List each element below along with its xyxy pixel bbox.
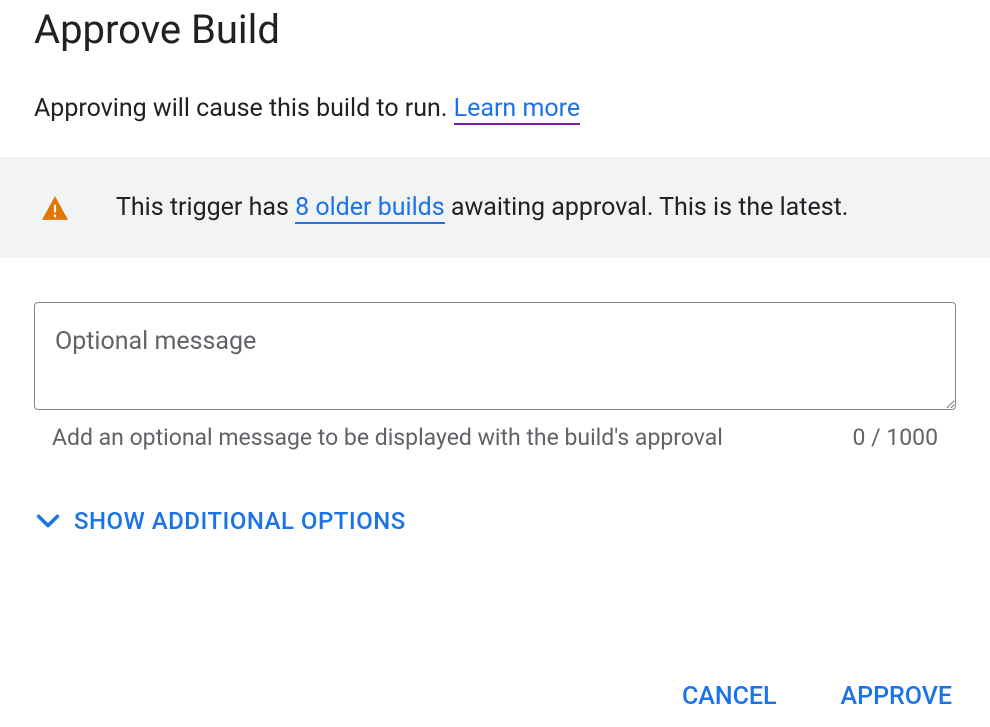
dialog-subtitle: Approving will cause this build to run. … — [0, 94, 990, 157]
approve-button[interactable]: APPROVE — [837, 672, 956, 721]
warning-icon — [42, 196, 68, 220]
message-helper-text: Add an optional message to be displayed … — [52, 424, 723, 451]
cancel-button[interactable]: CANCEL — [678, 672, 781, 721]
expander-label: SHOW ADDITIONAL OPTIONS — [74, 507, 406, 535]
show-additional-options-toggle[interactable]: SHOW ADDITIONAL OPTIONS — [0, 451, 990, 535]
chevron-down-icon — [34, 507, 62, 535]
message-char-counter: 0 / 1000 — [852, 424, 938, 451]
dialog-title: Approve Build — [0, 0, 990, 94]
older-builds-link[interactable]: 8 older builds — [295, 193, 445, 224]
dialog-actions: CANCEL APPROVE — [0, 672, 990, 727]
banner-text-pre: This trigger has — [116, 193, 295, 222]
message-input[interactable] — [34, 302, 956, 410]
subtitle-text: Approving will cause this build to run. — [34, 94, 454, 123]
banner-text-post: awaiting approval. This is the latest. — [445, 193, 849, 222]
banner-message: This trigger has 8 older builds awaiting… — [116, 193, 848, 222]
learn-more-link[interactable]: Learn more — [454, 94, 580, 125]
warning-banner: This trigger has 8 older builds awaiting… — [0, 157, 990, 258]
